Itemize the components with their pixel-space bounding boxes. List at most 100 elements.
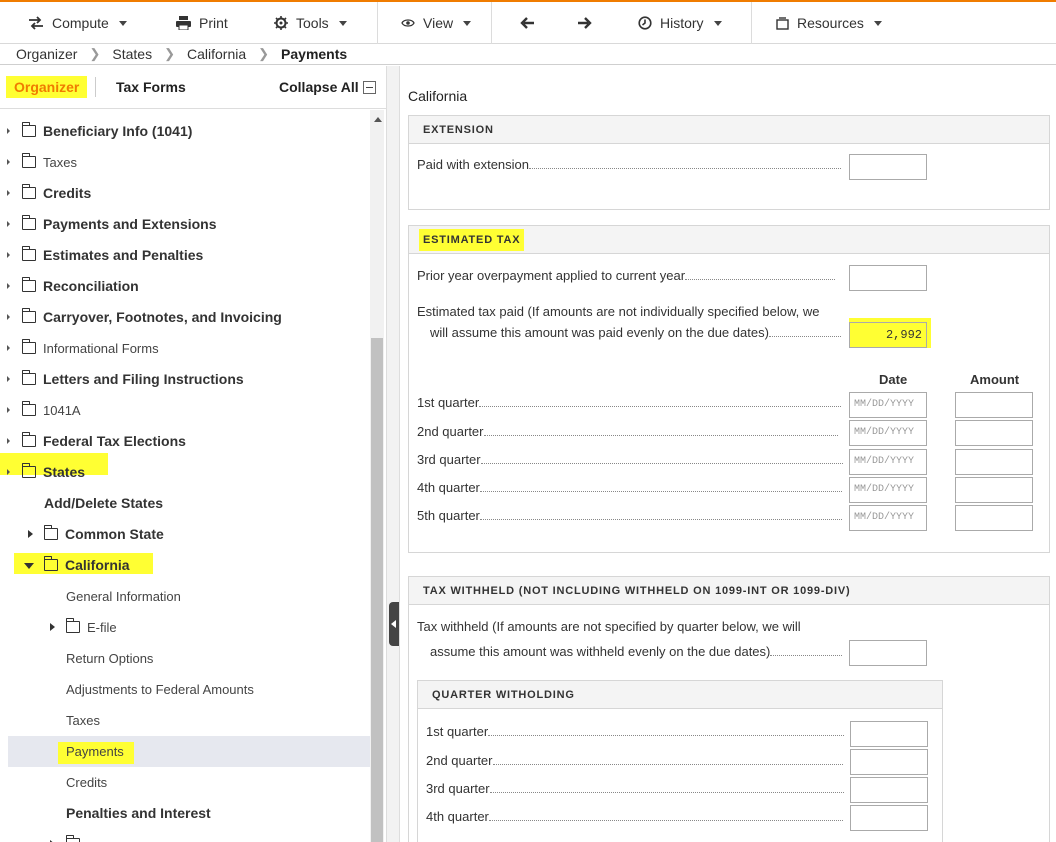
chevron-right-icon <box>28 530 33 538</box>
scrollbar-thumb[interactable] <box>371 338 383 842</box>
compute-label: Compute <box>52 15 109 31</box>
view-menu[interactable]: View <box>401 2 472 44</box>
chevron-down-icon <box>338 20 347 26</box>
leader-dots <box>529 168 842 169</box>
breadcrumb-states[interactable]: States <box>112 46 152 62</box>
tree-item-label: Payments <box>66 744 124 759</box>
history-label: History <box>660 15 704 31</box>
tree-item-partial[interactable] <box>0 829 370 842</box>
toolbar-divider <box>751 2 752 44</box>
withholding-quarter-input[interactable] <box>850 721 928 747</box>
print-button[interactable]: Print <box>176 2 228 44</box>
quarter-date-input[interactable]: MM/DD/YYYY <box>849 420 927 446</box>
tree-item-carryover[interactable]: Carryover, Footnotes, and Invoicing <box>0 302 370 333</box>
tree-item-label: Federal Tax Elections <box>43 433 186 449</box>
withholding-quarter-row: 2nd quarter <box>426 753 843 768</box>
collapse-all-label: Collapse All <box>279 79 359 95</box>
tree-item-general-information[interactable]: General Information <box>0 581 370 612</box>
tree-item-ca-taxes[interactable]: Taxes <box>0 705 370 736</box>
tree-item-label: E-file <box>87 620 117 635</box>
tree-item-label: Beneficiary Info (1041) <box>43 123 193 139</box>
estimated-paid-input[interactable]: 2,992 <box>849 322 927 348</box>
tools-menu[interactable]: Tools <box>274 2 347 44</box>
withholding-quarter-input[interactable] <box>850 805 928 831</box>
quarter-label: 4th quarter <box>426 809 489 824</box>
tree-item-penalties-interest[interactable]: Penalties and Interest <box>0 798 370 829</box>
tree-item-payments[interactable]: Payments <box>8 736 370 767</box>
tree-item-common-state[interactable]: Common State <box>0 519 370 550</box>
quarter-date-input[interactable]: MM/DD/YYYY <box>849 505 927 531</box>
withholding-quarter-input[interactable] <box>850 777 928 803</box>
archive-icon <box>776 16 789 30</box>
prior-year-input[interactable] <box>849 265 927 291</box>
withholding-quarter-row: 1st quarter <box>426 724 845 739</box>
scroll-up-icon[interactable] <box>374 117 382 122</box>
quarter-amount-input[interactable] <box>955 477 1033 503</box>
tree-item-states[interactable]: States <box>0 453 370 488</box>
minus-box-icon <box>362 80 376 94</box>
back-button[interactable] <box>520 2 542 44</box>
field-label: Prior year overpayment applied to curren… <box>417 268 686 283</box>
tree-item-credits[interactable]: Credits <box>0 178 370 209</box>
breadcrumb-california[interactable]: California <box>187 46 246 62</box>
chevron-right-icon <box>7 438 10 444</box>
tree-item-add-delete-states[interactable]: Add/Delete States <box>0 488 370 519</box>
chevron-right-icon <box>7 345 10 351</box>
tax-withheld-input[interactable] <box>849 640 927 666</box>
breadcrumb-payments: Payments <box>281 46 348 62</box>
resources-menu[interactable]: Resources <box>776 2 882 44</box>
page-title: California <box>408 88 468 104</box>
folder-icon <box>22 308 36 323</box>
tax-withheld-section: TAX WITHHELD (NOT INCLUDING WITHHELD ON … <box>408 576 1050 842</box>
leader-dots <box>685 279 836 280</box>
chevron-right-icon: ❯ <box>164 46 175 61</box>
quarter-withholding-header: QUARTER WITHOLDING <box>432 689 575 701</box>
tree-item-informational-forms[interactable]: Informational Forms <box>0 333 370 364</box>
tree-item-letters-filing[interactable]: Letters and Filing Instructions <box>0 364 370 395</box>
withholding-quarter-input[interactable] <box>850 749 928 775</box>
breadcrumb-organizer[interactable]: Organizer <box>16 46 77 62</box>
history-menu[interactable]: History <box>638 2 722 44</box>
tab-tax-forms[interactable]: Tax Forms <box>116 76 186 98</box>
tree-item-taxes[interactable]: Taxes <box>0 147 370 178</box>
panel-splitter[interactable] <box>386 66 400 842</box>
quarter-row: 5th quarter <box>417 508 842 523</box>
tree-item-return-options[interactable]: Return Options <box>0 643 370 674</box>
tree-item-label: Credits <box>66 775 108 790</box>
quarter-amount-input[interactable] <box>955 449 1033 475</box>
quarter-date-input[interactable]: MM/DD/YYYY <box>849 449 927 475</box>
tree-item-label: 1041A <box>43 403 81 418</box>
quarter-amount-input[interactable] <box>955 392 1033 418</box>
tree-item-beneficiary-info[interactable]: Beneficiary Info (1041) <box>0 116 370 147</box>
field-label: Paid with extension <box>417 157 530 172</box>
tree-item-adjustments[interactable]: Adjustments to Federal Amounts <box>0 674 370 705</box>
tree-item-efile[interactable]: E-file <box>0 612 370 643</box>
tree-item-label: Estimates and Penalties <box>43 247 204 263</box>
chevron-down-icon <box>24 563 34 569</box>
compute-menu[interactable]: Compute <box>28 2 127 44</box>
paid-extension-input[interactable] <box>849 154 927 180</box>
quarter-amount-input[interactable] <box>955 505 1033 531</box>
tree-item-1041a[interactable]: 1041A <box>0 395 370 426</box>
quarter-date-input[interactable]: MM/DD/YYYY <box>849 392 927 418</box>
organizer-tree: Beneficiary Info (1041) Taxes Credits Pa… <box>0 110 370 842</box>
collapse-all-button[interactable]: Collapse All <box>279 76 376 98</box>
collapse-panel-icon[interactable] <box>389 602 399 646</box>
extension-header: EXTENSION <box>423 124 494 136</box>
tree-item-label: Add/Delete States <box>44 495 164 511</box>
quarter-date-input[interactable]: MM/DD/YYYY <box>849 477 927 503</box>
tree-item-payments-extensions[interactable]: Payments and Extensions <box>0 209 370 240</box>
quarter-label: 1st quarter <box>426 724 489 739</box>
tree-item-reconciliation[interactable]: Reconciliation <box>0 271 370 302</box>
quarter-label: 2nd quarter <box>426 753 493 768</box>
leader-dots <box>479 406 842 407</box>
folder-icon <box>22 401 36 416</box>
forward-button[interactable] <box>578 2 600 44</box>
field-label: will assume this amount was paid evenly … <box>430 325 769 340</box>
quarter-amount-input[interactable] <box>955 420 1033 446</box>
tree-item-estimates-penalties[interactable]: Estimates and Penalties <box>0 240 370 271</box>
tree-item-ca-credits[interactable]: Credits <box>0 767 370 798</box>
tab-organizer[interactable]: Organizer <box>6 76 88 98</box>
tree-item-california[interactable]: California <box>0 550 370 581</box>
estimated-tax-section: ESTIMATED TAX Prior year overpayment app… <box>408 225 1050 553</box>
